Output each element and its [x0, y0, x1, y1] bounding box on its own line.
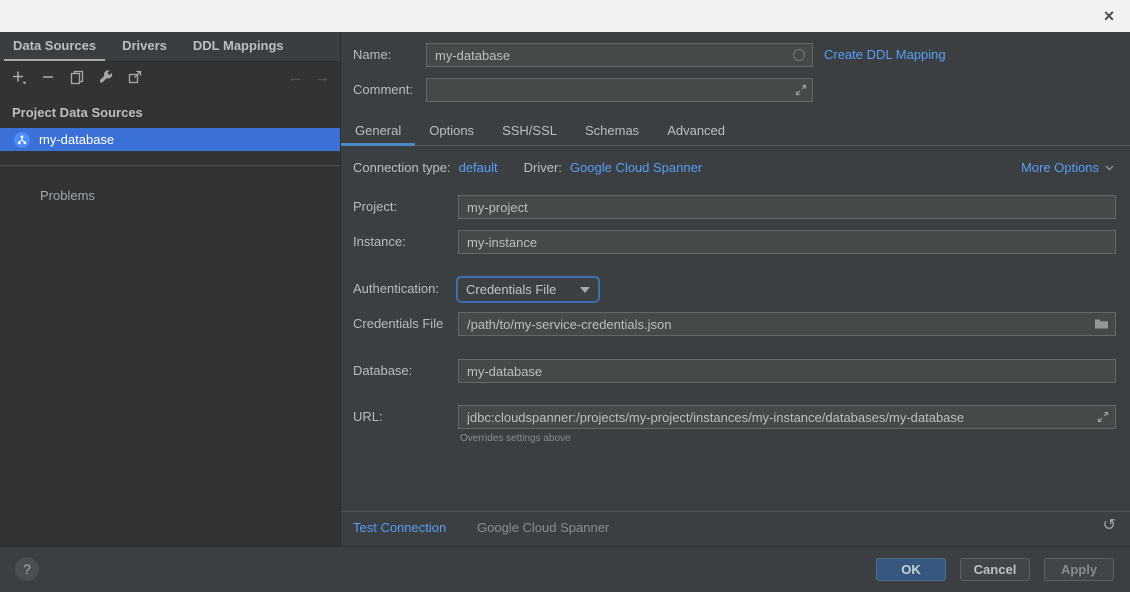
database-input[interactable] — [458, 359, 1116, 383]
window-titlebar: × — [0, 0, 1130, 32]
forward-icon[interactable]: → — [315, 69, 330, 86]
tab-general[interactable]: General — [341, 116, 415, 145]
credentials-file-input[interactable] — [458, 312, 1116, 336]
tab-schemas[interactable]: Schemas — [571, 116, 653, 145]
tab-advanced[interactable]: Advanced — [653, 116, 739, 145]
remove-icon[interactable] — [39, 68, 57, 86]
url-label: URL: — [353, 409, 383, 425]
sidebar-toolbar: ← → — [0, 62, 340, 92]
folder-icon[interactable] — [1094, 318, 1109, 331]
test-connection-link[interactable]: Test Connection — [353, 520, 446, 536]
dialog-button-bar: ? OK Cancel Apply — [0, 546, 1130, 592]
instance-input[interactable] — [458, 230, 1116, 254]
sidebar-item-problems[interactable]: Problems — [40, 188, 340, 203]
credentials-file-field-wrap — [458, 312, 1116, 336]
driver-value-link[interactable]: Google Cloud Spanner — [570, 160, 702, 176]
more-options-link[interactable]: More Options — [1021, 160, 1114, 176]
authentication-dropdown[interactable]: Credentials File — [456, 276, 600, 303]
project-field-wrap — [458, 195, 1116, 219]
settings-tabs: General Options SSH/SSL Schemas Advanced — [341, 116, 1130, 146]
divider — [341, 511, 1130, 512]
action-buttons: OK Cancel Apply — [876, 558, 1114, 581]
connection-type-value-link[interactable]: default — [459, 160, 498, 176]
chevron-down-icon — [1105, 165, 1114, 171]
history-nav: ← → — [288, 62, 330, 92]
duplicate-icon[interactable] — [68, 68, 86, 86]
sidebar-tabs: Data Sources Drivers DDL Mappings — [0, 32, 340, 62]
apply-button[interactable]: Apply — [1044, 558, 1114, 581]
open-in-new-icon[interactable] — [126, 68, 144, 86]
database-field-wrap — [458, 359, 1116, 383]
refresh-indicator-icon — [792, 48, 806, 62]
wrench-icon[interactable] — [97, 68, 115, 86]
project-label: Project: — [353, 199, 397, 215]
tab-ddl-mappings[interactable]: DDL Mappings — [180, 32, 297, 61]
name-label: Name: — [353, 47, 391, 63]
comment-input[interactable] — [426, 78, 813, 102]
instance-label: Instance: — [353, 234, 406, 250]
data-source-label: my-database — [39, 132, 114, 147]
url-hint: Overrides settings above — [460, 433, 571, 444]
data-sources-dialog: × Data Sources Drivers DDL Mappings — [0, 0, 1130, 592]
authentication-value: Credentials File — [466, 282, 556, 297]
comment-field-wrap — [426, 78, 813, 102]
connection-type-label: Connection type: — [353, 160, 451, 176]
tab-ssh-ssl[interactable]: SSH/SSL — [488, 116, 571, 145]
tab-options[interactable]: Options — [415, 116, 488, 145]
tab-data-sources[interactable]: Data Sources — [0, 32, 109, 61]
back-icon[interactable]: ← — [288, 69, 303, 86]
divider — [0, 165, 340, 166]
config-panel: Name: Create DDL Mapping Comment: Genera… — [340, 32, 1130, 546]
expand-icon[interactable] — [1097, 411, 1109, 423]
close-icon[interactable]: × — [1096, 4, 1122, 28]
url-field-wrap — [458, 405, 1116, 429]
driver-label: Driver: — [524, 160, 562, 176]
data-source-item-my-database[interactable]: my-database — [0, 128, 340, 151]
expand-icon[interactable] — [795, 84, 807, 96]
url-input[interactable] — [458, 405, 1116, 429]
tab-drivers[interactable]: Drivers — [109, 32, 180, 61]
sidebar: Data Sources Drivers DDL Mappings ← → — [0, 32, 340, 546]
name-input[interactable] — [426, 43, 813, 67]
dropdown-arrow-icon — [580, 287, 590, 293]
project-data-sources-heading: Project Data Sources — [12, 105, 328, 120]
footer-driver-name: Google Cloud Spanner — [477, 520, 609, 536]
comment-label: Comment: — [353, 82, 413, 98]
help-icon[interactable]: ? — [15, 557, 39, 581]
project-input[interactable] — [458, 195, 1116, 219]
cancel-button[interactable]: Cancel — [960, 558, 1030, 581]
ok-button[interactable]: OK — [876, 558, 946, 581]
authentication-label: Authentication: — [353, 281, 439, 297]
name-field-wrap — [426, 43, 813, 67]
add-icon[interactable] — [10, 68, 28, 86]
credentials-file-label: Credentials File — [353, 316, 443, 332]
connection-type-row: Connection type: default Driver: Google … — [353, 160, 702, 176]
google-cloud-spanner-icon — [14, 132, 30, 148]
create-ddl-mapping-link[interactable]: Create DDL Mapping — [824, 47, 946, 63]
database-label: Database: — [353, 363, 412, 379]
instance-field-wrap — [458, 230, 1116, 254]
reset-icon[interactable]: ↺ — [1103, 515, 1116, 535]
more-options-label: More Options — [1021, 160, 1099, 176]
